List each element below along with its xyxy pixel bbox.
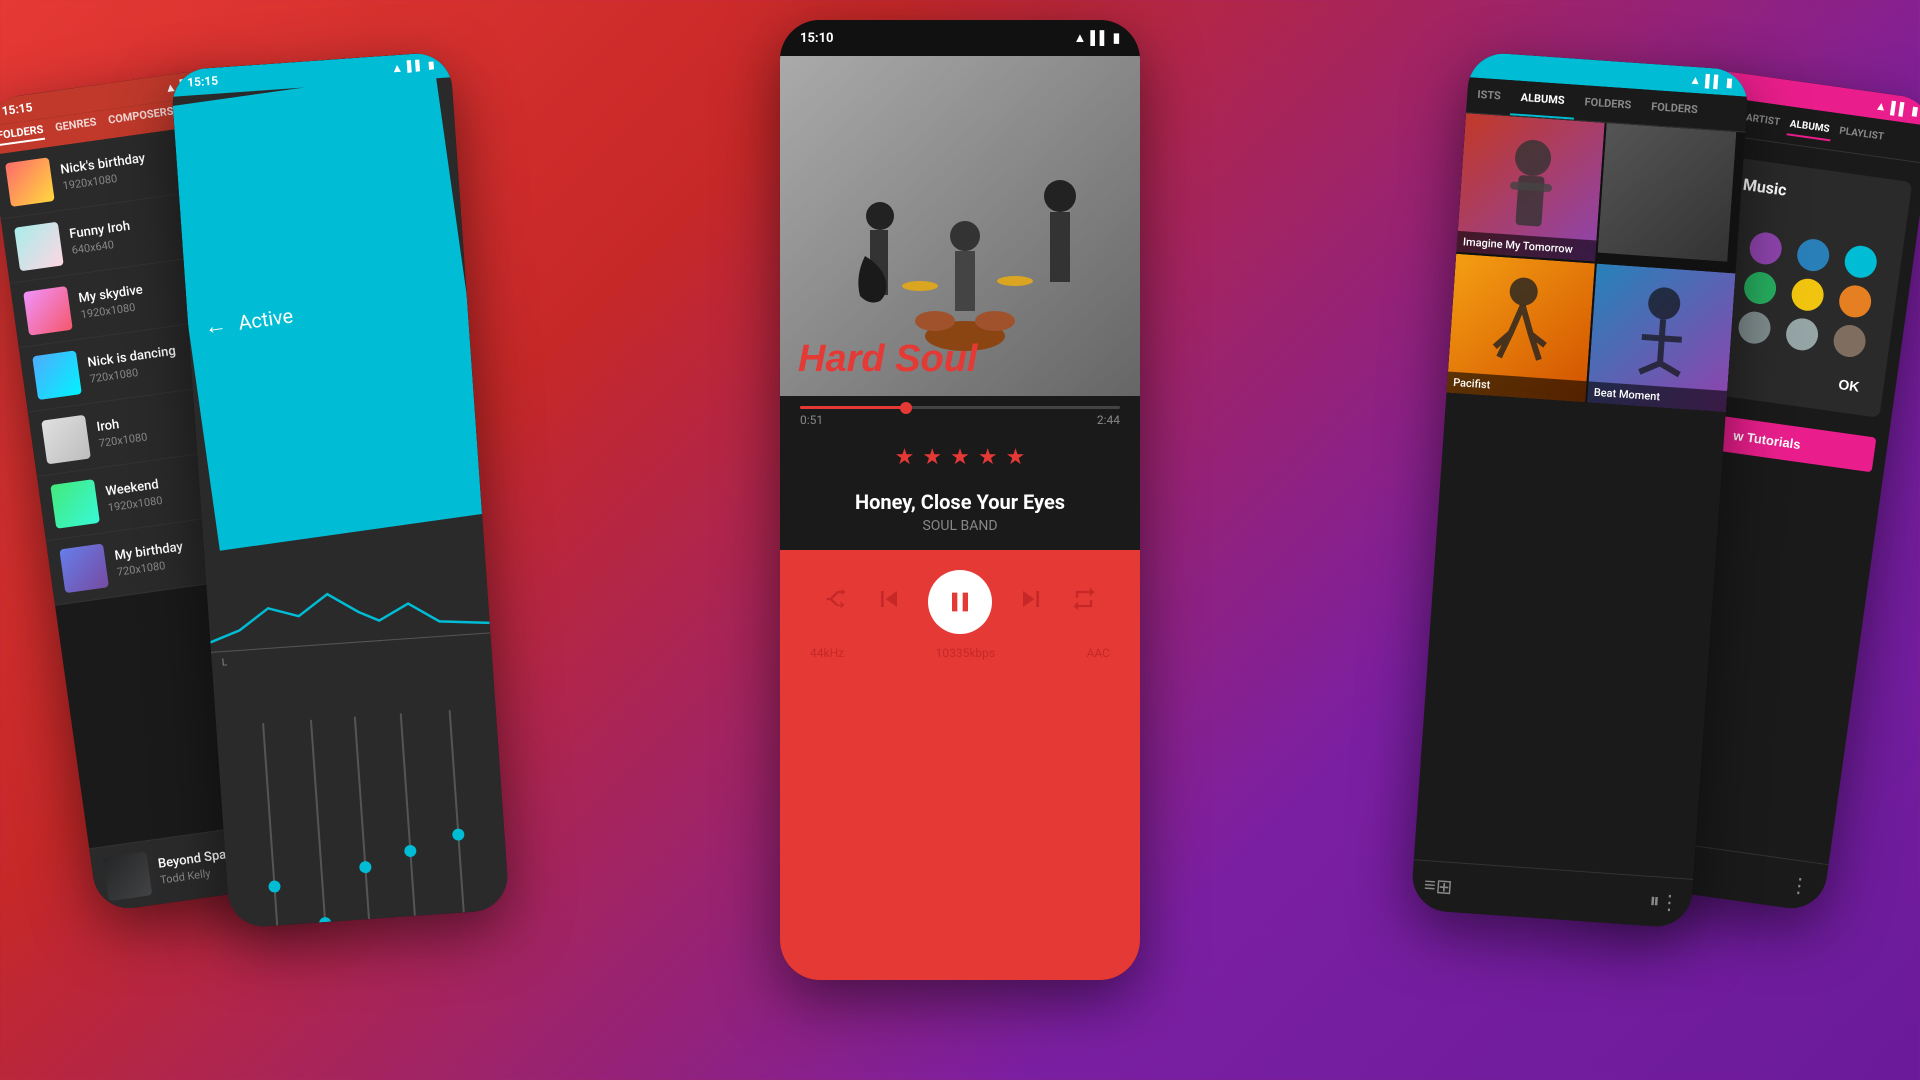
player-controls: 44kHz 10335kbps AAC	[780, 550, 1140, 940]
tab-albums-right[interactable]: ALBUMS	[1786, 114, 1833, 141]
phone-center: 15:10 ▲ ▌▌ ▮	[780, 20, 1140, 980]
star-3[interactable]: ★	[950, 445, 970, 470]
color-yellow[interactable]	[1790, 277, 1826, 313]
album-item-extra[interactable]	[1598, 123, 1737, 262]
player-meta: 44kHz 10335kbps AAC	[810, 634, 1110, 660]
grid-button[interactable]: ⊞	[1435, 874, 1453, 900]
tab-composers[interactable]: COMPOSERS	[107, 105, 175, 131]
star-1[interactable]: ★	[895, 445, 915, 470]
phone-albums: ▲ ▌▌ ▮ ISTS ALBUMS FOLDERS FOLDERS	[1410, 51, 1749, 928]
svg-text:Hard Soul: Hard Soul	[798, 338, 979, 380]
album-item-pacifist[interactable]: Pacifist	[1446, 254, 1594, 402]
tab-folders[interactable]: FOLDERS	[0, 123, 45, 146]
tab-artist-2[interactable]: ARTIST	[1742, 108, 1783, 134]
eq-slider-bass[interactable]: Bass	[251, 703, 294, 929]
meta-kbps: 10335kbps	[936, 646, 995, 660]
back-button[interactable]: ←	[203, 311, 228, 340]
album-item-beat[interactable]: Beat Moment	[1587, 264, 1735, 412]
file-thumb	[14, 222, 64, 272]
progress-bar[interactable]	[800, 406, 1120, 409]
color-purple-medium[interactable]	[1748, 230, 1784, 266]
color-cyan[interactable]	[1843, 244, 1879, 280]
tab-ists[interactable]: ISTS	[1466, 77, 1512, 115]
eq-slider-62[interactable]: 62	[347, 697, 379, 929]
tab-folders-albums[interactable]: FOLDERS	[1573, 85, 1642, 125]
file-thumb	[50, 479, 100, 529]
eq-slider-25k[interactable]: 25...	[439, 690, 479, 929]
eq-title: Active	[237, 303, 295, 334]
progress-fill	[800, 406, 906, 409]
player-bottom-bar	[780, 940, 1140, 980]
color-green[interactable]	[1742, 270, 1778, 306]
eq-slider-31[interactable]: 31	[304, 700, 336, 929]
band-illustration: Hard Soul	[780, 56, 1140, 396]
track-title: Honey, Close Your Eyes	[800, 490, 1120, 514]
repeat-button[interactable]	[1070, 585, 1098, 620]
eq-wave-svg: L	[203, 523, 493, 702]
phone-notch	[900, 20, 1020, 44]
prev-button[interactable]	[873, 583, 905, 622]
track-artist: SOUL BAND	[800, 518, 1120, 534]
star-2[interactable]: ★	[922, 445, 942, 470]
tab-playlist[interactable]: PLAYLIST	[1836, 121, 1887, 149]
eq-content: L Bass 31	[203, 523, 509, 928]
svg-text:L: L	[221, 658, 228, 669]
file-thumb	[41, 415, 91, 465]
color-gray-1[interactable]	[1736, 310, 1772, 346]
albums-grid: Imagine My Tomorrow	[1446, 113, 1745, 412]
color-brown[interactable]	[1832, 323, 1868, 359]
color-gray-2[interactable]	[1784, 316, 1820, 352]
file-thumb	[5, 157, 55, 207]
color-orange[interactable]	[1837, 283, 1873, 319]
next-button[interactable]	[1015, 583, 1047, 622]
albums-content: Imagine My Tomorrow	[1414, 113, 1745, 879]
tab-genres[interactable]: GENRES	[54, 115, 97, 138]
controls-row	[810, 570, 1110, 634]
progress-total: 2:44	[1097, 413, 1120, 427]
stars-row[interactable]: ★ ★ ★ ★ ★	[780, 433, 1140, 482]
track-info: Honey, Close Your Eyes SOUL BAND	[780, 482, 1140, 550]
pause-button[interactable]	[928, 570, 992, 634]
now-playing-thumb	[103, 851, 153, 901]
progress-current: 0:51	[800, 413, 823, 427]
album-item-imagine[interactable]: Imagine My Tomorrow	[1456, 113, 1604, 261]
eq-slider-125[interactable]: 125	[390, 693, 428, 929]
more-dots-icon[interactable]: ⋮	[1788, 872, 1811, 899]
progress-times: 0:51 2:44	[800, 413, 1120, 427]
progress-container: 0:51 2:44	[780, 396, 1140, 433]
tab-albums[interactable]: ALBUMS	[1509, 80, 1575, 119]
ok-button[interactable]: OK	[1829, 371, 1869, 400]
status-icons-right: ▲ ▌▌ ▮	[1874, 98, 1919, 118]
file-thumb	[32, 350, 82, 400]
album-art: Hard Soul	[780, 56, 1140, 396]
meta-format: AAC	[1087, 646, 1110, 660]
star-4[interactable]: ★	[978, 445, 998, 470]
star-5[interactable]: ★	[1006, 445, 1026, 470]
status-time-eq: 15:15	[187, 74, 219, 90]
file-thumb	[23, 286, 73, 336]
status-icons-albums: ▲ ▌▌ ▮	[1689, 73, 1733, 90]
phone-eq: 15:15 ▲ ▌▌ ▮ ← Active L	[170, 51, 509, 928]
file-thumb	[59, 543, 109, 593]
meta-bitrate: 44kHz	[810, 646, 844, 660]
shuffle-button[interactable]	[822, 585, 850, 620]
progress-dot	[900, 402, 912, 414]
color-blue[interactable]	[1795, 237, 1831, 273]
status-time-left: 15:15	[1, 100, 34, 118]
status-time-center: 15:10	[800, 31, 834, 46]
tab-folders-2[interactable]: FOLDERS	[1640, 89, 1709, 129]
status-icons-center: ▲ ▌▌ ▮	[1074, 30, 1120, 46]
eq-header: ← Active	[170, 69, 497, 551]
more-button[interactable]: ⋮	[1659, 890, 1681, 916]
